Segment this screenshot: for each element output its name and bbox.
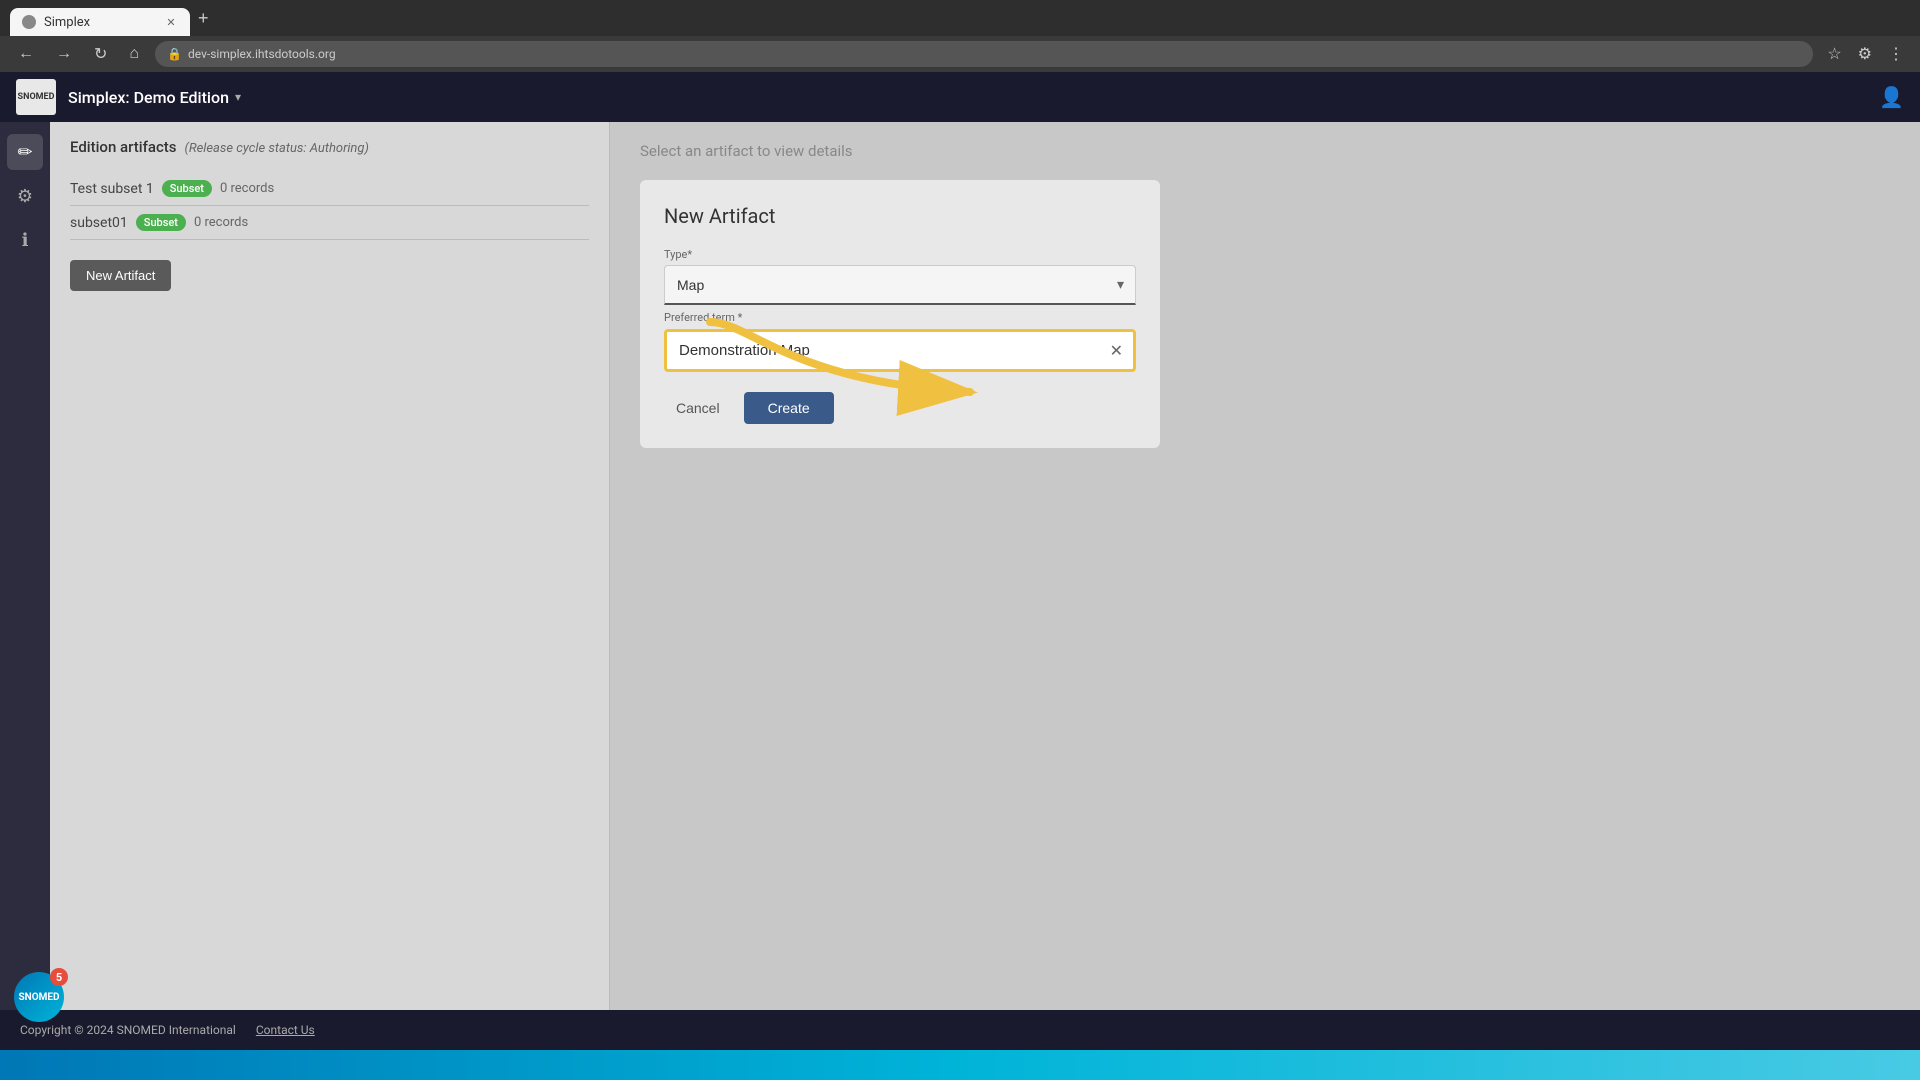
footer-contact-us[interactable]: Contact Us [256, 1023, 315, 1037]
forward-button[interactable]: → [50, 41, 78, 67]
lock-icon: 🔒 [167, 47, 182, 61]
teal-bar [0, 1050, 1920, 1080]
artifact-name-2: subset01 [70, 215, 128, 231]
select-artifact-hint: Select an artifact to view details [640, 142, 1890, 160]
tab-favicon [22, 15, 36, 29]
edition-status: (Release cycle status: Authoring) [185, 141, 369, 156]
bookmark-button[interactable]: ☆ [1823, 40, 1845, 68]
artifact-name-1: Test subset 1 [70, 181, 154, 197]
subset-badge-2: Subset [136, 214, 186, 231]
menu-button[interactable]: ⋮ [1884, 40, 1908, 68]
preferred-term-form-group: Preferred term * ✕ [664, 329, 1136, 372]
app-title[interactable]: Simplex: Demo Edition ▾ [68, 88, 241, 107]
artifact-row-2[interactable]: subset01 Subset 0 records [70, 206, 589, 240]
type-label: Type* [664, 248, 1136, 261]
preferred-term-input[interactable] [667, 332, 1100, 369]
footer-copyright: Copyright © 2024 SNOMED International [20, 1023, 236, 1037]
type-select[interactable]: Map [664, 265, 1136, 305]
main-body: ✏ ⚙ ℹ Edition artifacts (Release cycle s… [0, 122, 1920, 1010]
form-actions: Cancel Create [664, 392, 1136, 424]
url-text: dev-simplex.ihtsdotools.org [188, 47, 336, 61]
browser-tab[interactable]: Simplex ✕ [10, 8, 190, 36]
sidebar-icon-edit[interactable]: ✏ [7, 134, 43, 170]
edition-artifacts-header: Edition artifacts (Release cycle status:… [70, 138, 589, 156]
snomed-avatar-text: SNOMED [19, 992, 60, 1003]
content-area: Edition artifacts (Release cycle status:… [50, 122, 1920, 1010]
artifact-row[interactable]: Test subset 1 Subset 0 records [70, 172, 589, 206]
app-title-text: Simplex: Demo Edition [68, 88, 229, 107]
snomed-avatar[interactable]: 5 SNOMED [14, 972, 64, 1022]
browser-chrome: Simplex ✕ + ← → ↻ ⌂ 🔒 dev-simplex.ihtsdo… [0, 0, 1920, 72]
footer: Copyright © 2024 SNOMED International Co… [0, 1010, 1920, 1050]
back-button[interactable]: ← [12, 41, 40, 67]
sidebar-icon-info[interactable]: ℹ [7, 222, 43, 258]
preferred-term-label: Preferred term * [664, 311, 742, 324]
left-panel: Edition artifacts (Release cycle status:… [50, 122, 610, 1010]
app-container: SNOMED Simplex: Demo Edition ▾ 👤 ✏ ⚙ ℹ E… [0, 72, 1920, 1080]
app-header: SNOMED Simplex: Demo Edition ▾ 👤 [0, 72, 1920, 122]
preferred-term-clear-button[interactable]: ✕ [1100, 341, 1133, 361]
refresh-button[interactable]: ↻ [88, 40, 113, 68]
sidebar-icon-settings[interactable]: ⚙ [7, 178, 43, 214]
edition-artifacts-title: Edition artifacts [70, 138, 177, 156]
right-panel: Select an artifact to view details New A… [610, 122, 1920, 1010]
app-logo: SNOMED [16, 79, 56, 115]
user-icon[interactable]: 👤 [1879, 85, 1904, 109]
new-artifact-card: New Artifact Type* Map ▾ [640, 180, 1160, 448]
tab-label: Simplex [44, 15, 90, 30]
create-button[interactable]: Create [744, 392, 834, 424]
artifact-records-1: 0 records [220, 181, 274, 196]
new-artifact-button[interactable]: New Artifact [70, 260, 171, 291]
home-button[interactable]: ⌂ [123, 41, 145, 67]
subset-badge-1: Subset [162, 180, 212, 197]
new-tab-button[interactable]: + [190, 8, 217, 29]
left-sidebar: ✏ ⚙ ℹ [0, 122, 50, 1010]
extensions-button[interactable]: ⚙ [1854, 40, 1876, 68]
address-bar[interactable]: 🔒 dev-simplex.ihtsdotools.org [155, 41, 1813, 67]
artifact-records-2: 0 records [194, 215, 248, 230]
cancel-button[interactable]: Cancel [664, 392, 732, 424]
app-title-chevron-icon: ▾ [235, 90, 241, 104]
preferred-term-wrapper: ✕ [664, 329, 1136, 372]
snomed-notification-badge: 5 [50, 968, 68, 986]
type-select-wrapper: Map ▾ [664, 265, 1136, 305]
type-form-group: Type* Map ▾ [664, 248, 1136, 305]
new-artifact-card-title: New Artifact [664, 204, 1136, 228]
tab-close-button[interactable]: ✕ [164, 15, 178, 29]
